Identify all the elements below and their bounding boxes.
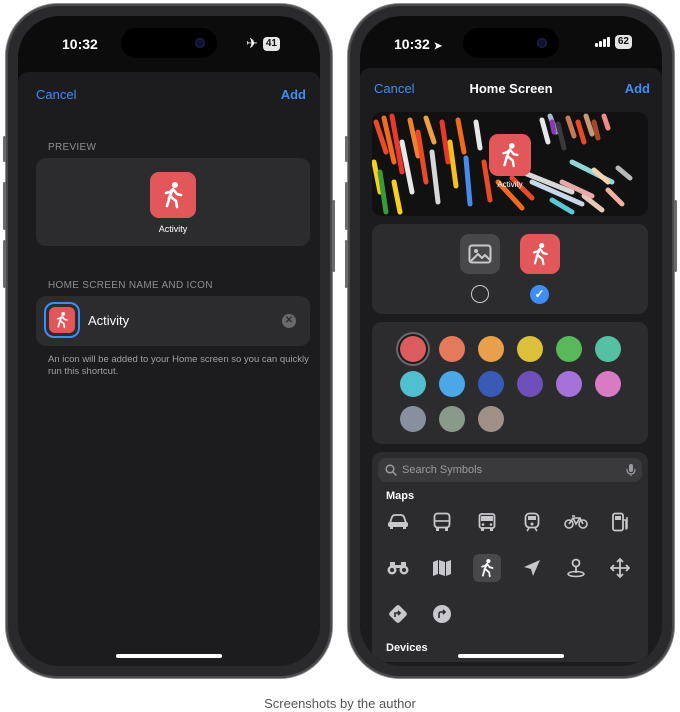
left-phone: 10:32 ✈ 41 Cancel Add PREVIEW Activity H…	[3, 4, 335, 678]
preview-section-label: PREVIEW	[48, 142, 97, 153]
action-button	[345, 136, 348, 162]
action-button	[3, 136, 6, 162]
status-icons: 62	[594, 35, 632, 49]
pin-icon[interactable]	[562, 554, 590, 582]
volume-up-button	[3, 182, 6, 230]
color-swatch[interactable]	[478, 371, 504, 397]
left-screen: 10:32 ✈ 41 Cancel Add PREVIEW Activity H…	[18, 16, 320, 666]
color-swatch[interactable]	[478, 406, 504, 432]
color-swatch[interactable]	[517, 371, 543, 397]
color-swatch[interactable]	[439, 371, 465, 397]
status-bar: 10:32 ➤ 62	[360, 16, 662, 68]
sheet-title: Home Screen	[469, 81, 553, 96]
dynamic-island	[463, 28, 559, 58]
color-swatch[interactable]	[439, 336, 465, 362]
search-placeholder: Search Symbols	[402, 464, 483, 476]
image-caption: Screenshots by the author	[264, 696, 416, 711]
color-swatch[interactable]	[556, 336, 582, 362]
home-screen-note: An icon will be added to your Home scree…	[48, 354, 309, 377]
right-phone: 10:32 ➤ 62 Cancel Home Screen Add Activi…	[345, 4, 677, 678]
color-swatch[interactable]	[400, 336, 426, 362]
walking-figure-icon	[502, 143, 519, 168]
preview-app-name: Activity	[158, 224, 188, 234]
add-button[interactable]: Add	[281, 87, 306, 102]
name-icon-section-label: HOME SCREEN NAME AND ICON	[48, 280, 213, 291]
photo-icon	[468, 244, 492, 264]
walking-figure-icon	[56, 312, 68, 329]
directions-sign-icon[interactable]	[384, 600, 412, 628]
photo-option-radio[interactable]	[471, 285, 489, 303]
clear-text-icon[interactable]: ✕	[282, 314, 296, 328]
shortcut-name-input[interactable]: Activity	[88, 313, 129, 328]
microphone-icon[interactable]	[626, 463, 636, 477]
icon-type-card: ✓	[372, 224, 648, 314]
status-time: 10:32	[62, 36, 98, 52]
name-field-row: Activity ✕	[36, 296, 310, 346]
symbols-card: Search Symbols Maps Devices	[372, 452, 648, 662]
home-screen-sheet: Cancel Home Screen Add Activity ✓ Search…	[360, 68, 662, 666]
shortcut-app-icon	[150, 172, 196, 218]
battery-indicator: 62	[614, 35, 632, 49]
battery-indicator: 41	[262, 36, 280, 51]
color-swatch[interactable]	[478, 336, 504, 362]
glyph-icon-option[interactable]	[520, 234, 560, 274]
home-indicator	[458, 654, 564, 658]
right-screen: 10:32 ➤ 62 Cancel Home Screen Add Activi…	[360, 16, 662, 666]
photo-icon-option[interactable]	[460, 234, 500, 274]
walking-figure-icon	[164, 182, 183, 209]
search-icon	[385, 464, 397, 476]
volume-up-button	[345, 182, 348, 230]
status-bar: 10:32 ✈ 41	[18, 16, 320, 68]
move-arrows-icon[interactable]	[606, 554, 634, 582]
bicycle-icon[interactable]	[562, 508, 590, 536]
tram-icon[interactable]	[473, 508, 501, 536]
category-maps: Maps	[386, 490, 415, 502]
preview-app-name: Activity	[497, 180, 523, 189]
home-indicator	[116, 654, 222, 658]
status-time: 10:32 ➤	[394, 36, 443, 52]
cancel-button[interactable]: Cancel	[36, 87, 76, 102]
walking-figure-icon[interactable]	[473, 554, 501, 582]
color-swatch[interactable]	[400, 406, 426, 432]
status-icons: ✈ 41	[246, 35, 280, 52]
category-devices: Devices	[386, 642, 428, 654]
add-to-home-sheet: Cancel Add PREVIEW Activity HOME SCREEN …	[18, 72, 320, 666]
walking-figure-icon	[532, 243, 548, 266]
dynamic-island	[121, 28, 217, 58]
train-icon[interactable]	[518, 508, 546, 536]
cellular-signal-icon	[594, 37, 610, 47]
icon-picker-button[interactable]	[46, 304, 78, 336]
color-swatch[interactable]	[400, 371, 426, 397]
color-swatch[interactable]	[595, 336, 621, 362]
power-button	[332, 200, 335, 272]
bus-icon[interactable]	[428, 508, 456, 536]
color-swatch[interactable]	[517, 336, 543, 362]
color-swatch[interactable]	[595, 371, 621, 397]
checkmark-icon[interactable]: ✓	[530, 285, 549, 304]
turn-arrow-icon[interactable]	[428, 600, 456, 628]
search-symbols-field[interactable]: Search Symbols	[378, 458, 642, 482]
fuel-pump-icon[interactable]	[606, 508, 634, 536]
car-icon[interactable]	[384, 508, 412, 536]
power-button	[674, 200, 677, 272]
location-arrow-icon[interactable]	[518, 554, 546, 582]
color-palette-card	[372, 322, 648, 444]
color-swatch[interactable]	[439, 406, 465, 432]
volume-down-button	[345, 240, 348, 288]
volume-down-button	[3, 240, 6, 288]
location-arrow-icon: ➤	[433, 41, 443, 52]
map-icon[interactable]	[428, 554, 456, 582]
add-button[interactable]: Add	[625, 81, 650, 96]
preview-app-icon	[489, 134, 531, 176]
airplane-mode-icon: ✈	[246, 35, 258, 51]
color-swatch[interactable]	[556, 371, 582, 397]
binoculars-icon[interactable]	[384, 554, 412, 582]
wallpaper-preview: Activity	[372, 112, 648, 216]
preview-card: Activity	[36, 158, 310, 246]
